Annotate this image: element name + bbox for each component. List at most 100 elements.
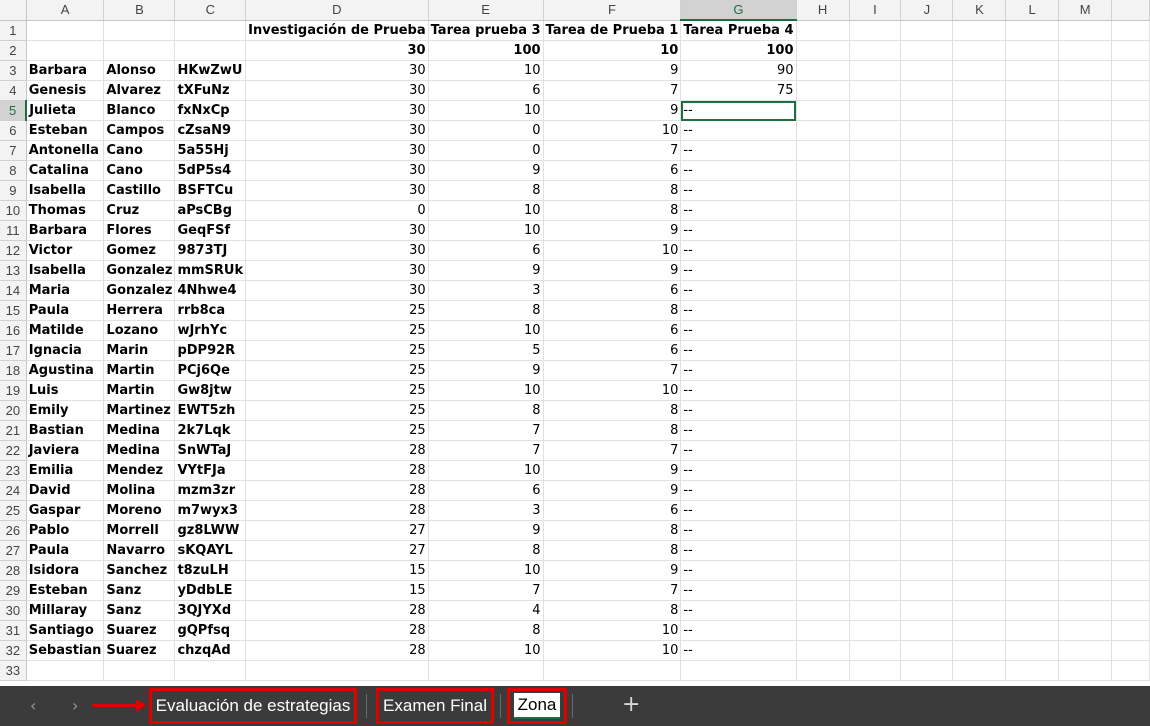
score-g-cell[interactable]: --	[680, 580, 797, 601]
cell[interactable]	[952, 380, 1007, 401]
cell[interactable]	[1111, 120, 1150, 141]
score-d-cell[interactable]: 15	[245, 580, 429, 601]
cell[interactable]	[1111, 240, 1150, 261]
score-e-cell[interactable]: 6	[428, 80, 544, 101]
header-cell-g[interactable]: Tarea Prueba 4	[680, 20, 797, 41]
score-g-cell[interactable]: --	[680, 140, 797, 161]
cell[interactable]	[1111, 40, 1150, 61]
last-name-cell[interactable]: Alonso	[103, 60, 176, 81]
cell[interactable]	[849, 420, 902, 441]
row-header-26[interactable]: 26	[0, 520, 27, 541]
cell[interactable]	[1058, 480, 1113, 501]
cell[interactable]	[103, 20, 176, 41]
cell[interactable]	[900, 440, 954, 461]
score-g-cell[interactable]: --	[680, 200, 797, 221]
code-cell[interactable]: pDP92R	[174, 340, 247, 361]
first-name-cell[interactable]: Julieta	[26, 100, 105, 121]
cell[interactable]	[1058, 340, 1113, 361]
cell[interactable]	[952, 560, 1007, 581]
score-g-cell[interactable]: --	[680, 220, 797, 241]
first-name-cell[interactable]: Antonella	[26, 140, 105, 161]
first-name-cell[interactable]: Emilia	[26, 460, 105, 481]
cell[interactable]	[900, 160, 954, 181]
last-name-cell[interactable]: Cruz	[103, 200, 176, 221]
score-d-cell[interactable]: 28	[245, 480, 429, 501]
score-g-cell[interactable]: 75	[680, 80, 797, 101]
cell[interactable]	[796, 540, 850, 561]
cell[interactable]	[900, 240, 954, 261]
cell[interactable]	[796, 640, 850, 661]
score-d-cell[interactable]: 25	[245, 360, 429, 381]
row-header-16[interactable]: 16	[0, 320, 27, 341]
cell[interactable]	[1111, 320, 1150, 341]
row-header-33[interactable]: 33	[0, 660, 27, 681]
score-f-cell[interactable]: 9	[543, 60, 682, 81]
score-e-cell[interactable]: 6	[428, 480, 544, 501]
row-header-5[interactable]: 5	[0, 100, 28, 121]
cell[interactable]	[796, 400, 850, 421]
last-name-cell[interactable]: Sanz	[103, 580, 176, 601]
cell[interactable]	[900, 300, 954, 321]
cell[interactable]	[1111, 60, 1150, 81]
cell[interactable]	[952, 20, 1007, 41]
score-f-cell[interactable]: 9	[543, 100, 682, 121]
cell[interactable]	[900, 320, 954, 341]
cell[interactable]	[900, 220, 954, 241]
first-name-cell[interactable]: Thomas	[26, 200, 105, 221]
cell[interactable]	[1111, 180, 1150, 201]
code-cell[interactable]: cZsaN9	[174, 120, 247, 141]
score-e-cell[interactable]: 10	[428, 60, 544, 81]
cell[interactable]	[900, 280, 954, 301]
cell[interactable]	[543, 660, 682, 681]
last-name-cell[interactable]: Suarez	[103, 620, 176, 641]
cell[interactable]	[1058, 540, 1113, 561]
score-g-cell[interactable]: --	[680, 120, 797, 141]
score-f-cell[interactable]: 8	[543, 540, 682, 561]
score-g-cell[interactable]: --	[680, 280, 797, 301]
score-d-cell[interactable]: 30	[245, 180, 429, 201]
score-g-cell[interactable]: --	[680, 620, 797, 641]
score-e-cell[interactable]: 0	[428, 120, 544, 141]
code-cell[interactable]: mzm3zr	[174, 480, 247, 501]
last-name-cell[interactable]: Mendez	[103, 460, 176, 481]
first-name-cell[interactable]: Catalina	[26, 160, 105, 181]
cell[interactable]	[796, 480, 850, 501]
sheet-table[interactable]: A B C D E F G H I J K L M 1 Investigación de Prueba Tar…	[0, 0, 1150, 681]
cell[interactable]	[174, 20, 247, 41]
cell[interactable]	[900, 380, 954, 401]
code-cell[interactable]: tXFuNz	[174, 80, 247, 101]
cell[interactable]	[900, 540, 954, 561]
last-name-cell[interactable]: Martin	[103, 360, 176, 381]
score-f-cell[interactable]: 8	[543, 200, 682, 221]
code-cell[interactable]: rrb8ca	[174, 300, 247, 321]
cell[interactable]	[849, 60, 902, 81]
cell[interactable]	[849, 80, 902, 101]
code-cell[interactable]: mmSRUk	[174, 260, 247, 281]
column-header-f[interactable]: F	[543, 0, 682, 21]
last-name-cell[interactable]: Morrell	[103, 520, 176, 541]
cell[interactable]	[1005, 380, 1059, 401]
score-e-cell[interactable]: 9	[428, 260, 544, 281]
cell[interactable]	[1005, 100, 1059, 121]
cell[interactable]	[796, 600, 850, 621]
tab-zona[interactable]: Zona	[506, 686, 568, 726]
score-e-cell[interactable]: 7	[428, 580, 544, 601]
cell[interactable]	[1058, 580, 1113, 601]
score-e-cell[interactable]: 10	[428, 100, 544, 121]
cell[interactable]	[900, 200, 954, 221]
row-header-7[interactable]: 7	[0, 140, 27, 161]
score-d-cell[interactable]: 28	[245, 440, 429, 461]
cell[interactable]	[952, 420, 1007, 441]
cell[interactable]	[952, 100, 1007, 121]
row-header-22[interactable]: 22	[0, 440, 27, 461]
row-header-8[interactable]: 8	[0, 160, 27, 181]
max-score-g[interactable]: 100	[680, 40, 797, 61]
last-name-cell[interactable]: Lozano	[103, 320, 176, 341]
cell[interactable]	[1058, 400, 1113, 421]
score-e-cell[interactable]: 10	[428, 320, 544, 341]
cell[interactable]	[245, 660, 429, 681]
cell[interactable]	[849, 500, 902, 521]
row-header-30[interactable]: 30	[0, 600, 27, 621]
cell[interactable]	[900, 120, 954, 141]
row-header-2[interactable]: 2	[0, 40, 27, 61]
